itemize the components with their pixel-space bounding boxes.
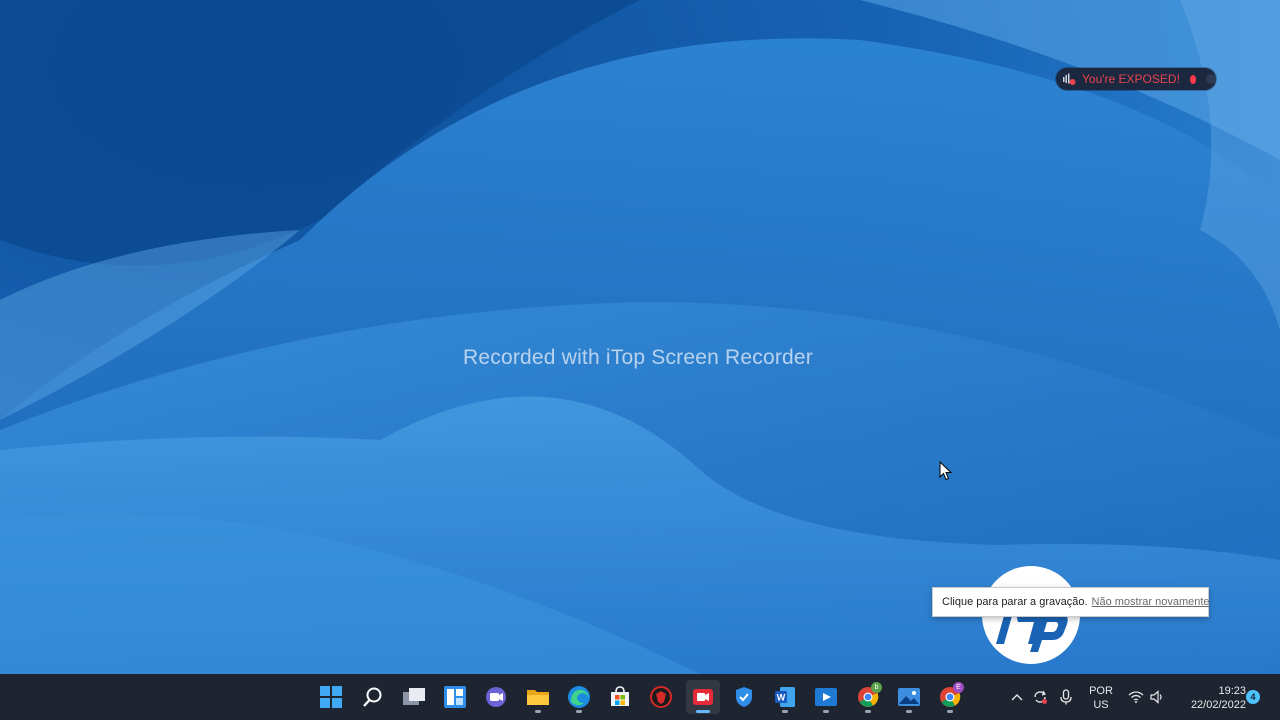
language-code: POR (1089, 685, 1113, 697)
notification-center-button[interactable]: 4 (1246, 690, 1260, 704)
taskbar: W b E POR US 19:23 22/02/2022 4 (0, 674, 1280, 720)
search-icon (363, 687, 382, 707)
media-player-icon (815, 688, 837, 706)
media-player-button[interactable] (809, 680, 843, 714)
microphone-button[interactable] (1056, 687, 1076, 707)
wallpaper-bloom (0, 0, 1280, 674)
search-button[interactable] (356, 680, 390, 714)
keyboard-layout: US (1093, 699, 1109, 711)
chat-button[interactable] (479, 680, 513, 714)
screen-recorder-button[interactable] (686, 680, 720, 714)
show-hidden-icons-button[interactable] (1008, 688, 1026, 706)
profile-badge: b (871, 682, 882, 693)
store-icon (611, 686, 629, 706)
notification-count-badge: 4 (1246, 690, 1260, 704)
overlay-toggle[interactable] (1206, 74, 1216, 84)
teams-chat-icon (486, 687, 506, 707)
dont-show-again-link[interactable]: Não mostrar novamente (1092, 596, 1210, 608)
profile-badge: E (953, 682, 964, 693)
folder-icon (527, 690, 549, 705)
exposed-status-text: You're EXPOSED! (1082, 72, 1180, 86)
word-button[interactable]: W (768, 680, 802, 714)
wifi-icon (1128, 691, 1144, 703)
clock-button[interactable]: 19:23 22/02/2022 (1176, 683, 1246, 713)
recorder-status-pill[interactable]: You're EXPOSED! (1056, 68, 1216, 90)
sync-icon (1034, 690, 1047, 704)
file-explorer-button[interactable] (521, 680, 555, 714)
recorder-icon (693, 689, 713, 705)
sync-status-button[interactable] (1030, 687, 1050, 707)
chevron-up-icon (1011, 694, 1023, 701)
start-button[interactable] (314, 680, 348, 714)
clock-date: 22/02/2022 (1190, 699, 1246, 711)
toast-message[interactable]: Clique para parar a gravação. (942, 596, 1088, 608)
windows-logo-icon (320, 686, 342, 708)
word-icon: W (775, 687, 795, 707)
webcam-warning-icon (1062, 71, 1076, 87)
volume-icon (1150, 690, 1162, 704)
red-shield-app-icon (650, 686, 672, 708)
svg-text:W: W (777, 693, 786, 703)
store-button[interactable] (603, 680, 637, 714)
clock-time: 19:23 (1218, 685, 1246, 697)
edge-icon (568, 686, 590, 708)
widgets-button[interactable] (438, 680, 472, 714)
mouse-cursor-icon (939, 461, 953, 481)
task-view-button[interactable] (397, 680, 431, 714)
microphone-icon (1060, 689, 1072, 705)
edge-button[interactable] (562, 680, 596, 714)
recording-toast[interactable]: Clique para parar a gravação. Não mostra… (932, 587, 1210, 617)
recorder-watermark: Recorded with iTop Screen Recorder (463, 346, 813, 369)
recording-dot-icon (1189, 74, 1197, 84)
photos-icon (898, 688, 920, 706)
security-button[interactable] (727, 680, 761, 714)
chrome-profile-e-button[interactable]: E (933, 680, 967, 714)
network-volume-button[interactable] (1126, 687, 1166, 707)
widgets-icon (444, 686, 466, 708)
photos-button[interactable] (892, 680, 926, 714)
shield-icon (736, 687, 752, 707)
antivirus-button[interactable] (644, 680, 678, 714)
chrome-profile-b-button[interactable]: b (851, 680, 885, 714)
input-language-button[interactable]: POR US (1084, 683, 1118, 713)
task-view-icon (403, 688, 425, 705)
desktop[interactable]: Recorded with iTop Screen Recorder You'r… (0, 0, 1280, 674)
